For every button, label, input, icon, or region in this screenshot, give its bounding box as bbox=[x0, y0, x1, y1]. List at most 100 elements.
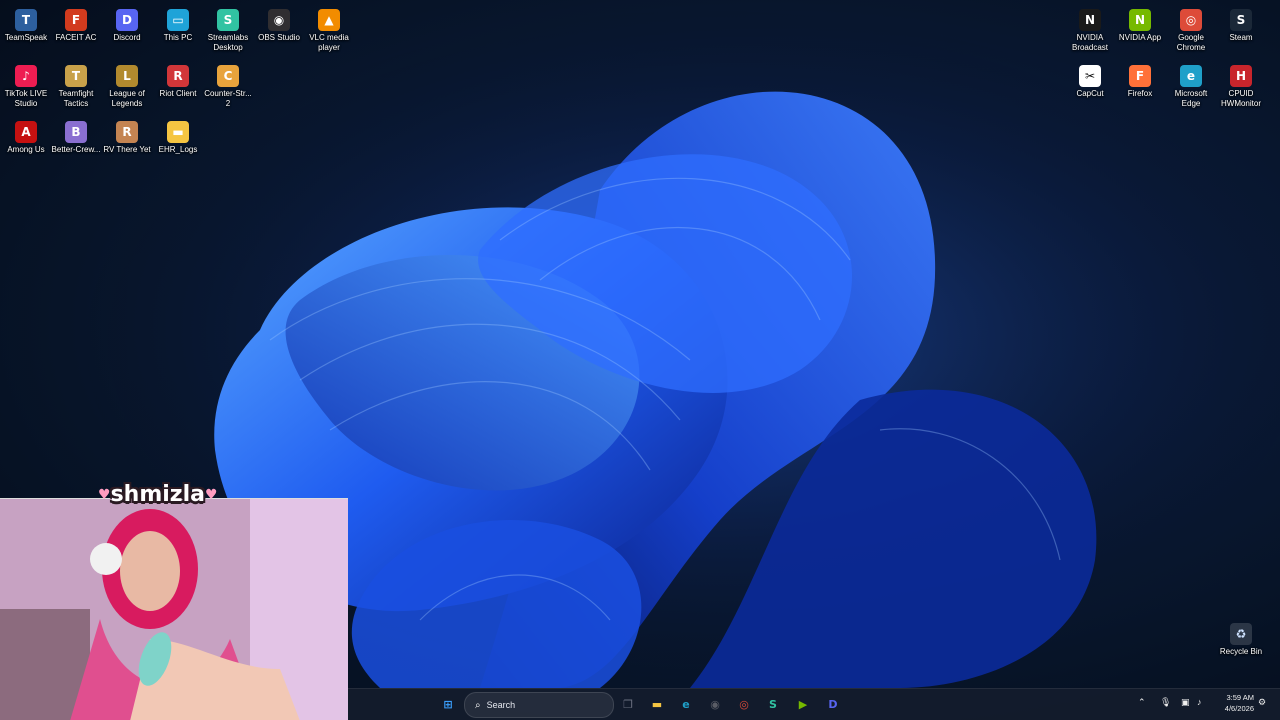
amongus-icon: A bbox=[15, 121, 37, 143]
desktop-icon-label: FACEIT AC bbox=[55, 33, 97, 42]
desktop-icon-label: Microsoft Edge bbox=[1174, 89, 1208, 108]
display-icon[interactable]: ▣ bbox=[1181, 697, 1190, 708]
desktop-icon-tiktok[interactable]: ♪ TikTok LIVE Studio bbox=[0, 60, 52, 109]
desktop-icon-label: Recycle Bin bbox=[1219, 647, 1263, 656]
desktop-icon-obs[interactable]: ◉ OBS Studio bbox=[253, 4, 305, 43]
desktop-icon-vlc[interactable]: ▲ VLC media player bbox=[303, 4, 355, 53]
task-view-icon: ❐ bbox=[623, 697, 633, 711]
capcut-icon: ✂ bbox=[1079, 65, 1101, 87]
discord-icon: D bbox=[828, 697, 838, 711]
desktop-icon-label: CPUID HWMonitor bbox=[1220, 89, 1261, 108]
search-placeholder: Search bbox=[486, 700, 516, 710]
folder-icon: ▬ bbox=[167, 121, 189, 143]
firefox-icon: F bbox=[1129, 65, 1151, 87]
nvidia-broadcast-icon: N bbox=[1079, 9, 1101, 31]
obs-icon: ◉ bbox=[268, 9, 290, 31]
chrome-icon: ◎ bbox=[1180, 9, 1202, 31]
discord-icon: D bbox=[116, 9, 138, 31]
folder-icon: ▬ bbox=[651, 697, 663, 711]
desktop-icon-label: OBS Studio bbox=[258, 33, 300, 42]
desktop-icon-label: EHR_Logs bbox=[158, 145, 198, 154]
heart-icon: ♥ bbox=[98, 487, 111, 503]
desktop-icon-lol[interactable]: L League of Legends bbox=[101, 60, 153, 109]
desktop-icon-nvidia-app[interactable]: N NVIDIA App bbox=[1114, 4, 1166, 43]
webcam-name-overlay: ♥shmizla♥ bbox=[98, 482, 218, 507]
riot-icon: R bbox=[167, 65, 189, 87]
search-icon: ⌕ bbox=[475, 699, 481, 711]
desktop-icon-label: Teamfight Tactics bbox=[58, 89, 94, 108]
faceit-icon: F bbox=[65, 9, 87, 31]
streamlabs-button[interactable]: S bbox=[762, 693, 784, 715]
webcam-feed bbox=[0, 499, 348, 720]
desktop-icon-cs2[interactable]: C Counter-Str... 2 bbox=[202, 60, 254, 109]
volume-icon[interactable]: ♪ bbox=[1197, 697, 1202, 707]
webcam-overlay bbox=[0, 498, 348, 720]
desktop-icon-label: Among Us bbox=[7, 145, 45, 154]
desktop-icon-label: NVIDIA Broadcast bbox=[1071, 33, 1109, 52]
desktop-icon-label: Discord bbox=[113, 33, 141, 42]
hwmonitor-icon: H bbox=[1230, 65, 1252, 87]
desktop-icon-firefox[interactable]: F Firefox bbox=[1114, 60, 1166, 99]
teamspeak-icon: T bbox=[15, 9, 37, 31]
start-button[interactable]: ⊞ bbox=[437, 693, 459, 715]
computer-icon: ▭ bbox=[167, 9, 189, 31]
microphone-icon[interactable]: 🎙 bbox=[1160, 697, 1171, 708]
vlc-icon: ▲ bbox=[318, 9, 340, 31]
streamlabs-icon: S bbox=[769, 697, 777, 711]
desktop-icon-amongus[interactable]: A Among Us bbox=[0, 116, 52, 155]
edge-button[interactable]: e bbox=[675, 693, 697, 715]
desktop-icon-label: Better-Crew... bbox=[51, 145, 101, 154]
desktop-icon-label: CapCut bbox=[1076, 89, 1104, 98]
clock-date: 4/6/2026 bbox=[1224, 704, 1254, 713]
notification-icon[interactable]: ⚙ bbox=[1258, 697, 1266, 708]
chrome-icon: ◎ bbox=[739, 697, 749, 711]
desktop-icon-discord[interactable]: D Discord bbox=[101, 4, 153, 43]
desktop-icon-teamspeak[interactable]: T TeamSpeak bbox=[0, 4, 52, 43]
steam-icon: S bbox=[1230, 9, 1252, 31]
nvidia-app-icon: N bbox=[1129, 9, 1151, 31]
clock-time: 3:59 AM bbox=[1226, 693, 1254, 702]
discord-button[interactable]: D bbox=[822, 693, 844, 715]
desktop-icon-label: VLC media player bbox=[309, 33, 349, 52]
desktop-icon-steam[interactable]: S Steam bbox=[1215, 4, 1267, 43]
desktop-icon-faceit[interactable]: F FACEIT AC bbox=[50, 4, 102, 43]
show-hidden-icons-button[interactable]: ⌃ bbox=[1138, 697, 1146, 708]
lol-icon: L bbox=[116, 65, 138, 87]
desktop-icon-computer[interactable]: ▭ This PC bbox=[152, 4, 204, 43]
desktop-icon-riot[interactable]: R Riot Client bbox=[152, 60, 204, 99]
desktop-icon-capcut[interactable]: ✂ CapCut bbox=[1064, 60, 1116, 99]
desktop-icon-label: RV There Yet bbox=[103, 145, 151, 154]
desktop-icon-hwmonitor[interactable]: H CPUID HWMonitor bbox=[1215, 60, 1267, 109]
windows-start-icon: ⊞ bbox=[443, 697, 453, 711]
desktop-icon-edge[interactable]: e Microsoft Edge bbox=[1165, 60, 1217, 109]
edge-icon: e bbox=[682, 697, 690, 711]
desktop-icon-bettercrewlink[interactable]: B Better-Crew... bbox=[50, 116, 102, 155]
taskbar-search-box[interactable]: ⌕ Search bbox=[464, 692, 614, 718]
file-explorer-button[interactable]: ▬ bbox=[646, 693, 668, 715]
desktop-icon-chrome[interactable]: ◎ Google Chrome bbox=[1165, 4, 1217, 53]
task-view-button[interactable]: ❐ bbox=[617, 693, 639, 715]
desktop-icon-nvidia-broadcast[interactable]: N NVIDIA Broadcast bbox=[1064, 4, 1116, 53]
nvidia-app-icon: ▶ bbox=[798, 697, 808, 711]
desktop-icon-recycle-bin[interactable]: ♻ Recycle Bin bbox=[1215, 618, 1267, 657]
desktop-icon-label: Steam bbox=[1229, 33, 1253, 42]
desktop-icon-streamlabs[interactable]: S Streamlabs Desktop bbox=[202, 4, 254, 53]
desktop-icon-rvthereyet[interactable]: R RV There Yet bbox=[101, 116, 153, 155]
taskbar-clock[interactable]: 3:59 AM 4/6/2026 bbox=[1212, 692, 1254, 714]
tft-icon: T bbox=[65, 65, 87, 87]
desktop-icon-label: This PC bbox=[163, 33, 193, 42]
streamlabs-icon: S bbox=[217, 9, 239, 31]
desktop-icon-label: Firefox bbox=[1127, 89, 1153, 98]
desktop-icon-label: Streamlabs Desktop bbox=[207, 33, 249, 52]
chrome-button[interactable]: ◎ bbox=[733, 693, 755, 715]
desktop-icon-label: TikTok LIVE Studio bbox=[4, 89, 48, 108]
obs-button[interactable]: ◉ bbox=[704, 693, 726, 715]
desktop-icon-label: NVIDIA App bbox=[1118, 33, 1162, 42]
desktop-icon-tft[interactable]: T Teamfight Tactics bbox=[50, 60, 102, 109]
bettercrewlink-icon: B bbox=[65, 121, 87, 143]
rvthereyet-icon: R bbox=[116, 121, 138, 143]
desktop-icon-label: Counter-Str... 2 bbox=[204, 89, 252, 108]
desktop-icon-folder[interactable]: ▬ EHR_Logs bbox=[152, 116, 204, 155]
obs-icon: ◉ bbox=[710, 697, 720, 711]
nvidia-button[interactable]: ▶ bbox=[792, 693, 814, 715]
